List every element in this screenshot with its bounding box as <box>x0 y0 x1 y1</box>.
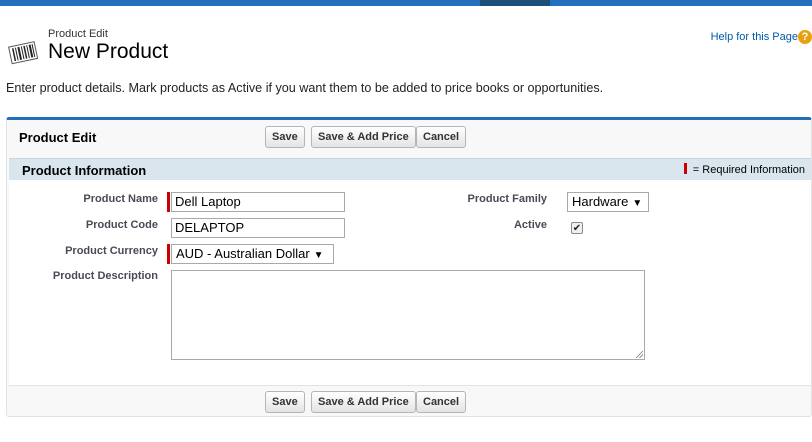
product-currency-value: AUD - Australian Dollar <box>176 246 310 261</box>
resize-handle-icon[interactable] <box>636 351 643 358</box>
required-legend-text: = Required Information <box>692 164 805 176</box>
chevron-down-icon: ▼ <box>632 198 643 209</box>
required-legend: = Required Information <box>683 163 805 176</box>
panel-title: Product Edit <box>19 130 97 145</box>
product-family-value: Hardware <box>572 194 629 209</box>
product-currency-select[interactable]: AUD - Australian Dollar ▼ <box>171 244 334 264</box>
product-code-input[interactable]: DELAPTOP <box>171 218 345 238</box>
cancel-button-top[interactable]: Cancel <box>416 126 467 148</box>
top-nav-strip <box>0 0 812 6</box>
save-button-top[interactable]: Save <box>265 126 305 148</box>
product-currency-label: Product Currency <box>65 245 158 257</box>
product-code-label: Product Code <box>85 219 158 231</box>
top-nav-active-tab[interactable] <box>480 0 550 6</box>
active-label: Active <box>513 219 547 231</box>
chevron-down-icon: ▼ <box>313 250 324 261</box>
help-link[interactable]: Help for this Page <box>711 31 798 43</box>
product-description-textarea[interactable] <box>171 270 645 360</box>
section-title: Product Information <box>22 163 147 178</box>
intro-text: Enter product details. Mark products as … <box>6 81 604 95</box>
save-button-bottom[interactable]: Save <box>265 391 305 413</box>
cancel-button-bottom[interactable]: Cancel <box>416 391 467 413</box>
product-family-label: Product Family <box>467 193 547 205</box>
page-subtitle: Product Edit <box>48 28 108 40</box>
section-header: Product Information = Required Informati… <box>9 158 811 180</box>
barcode-product-icon <box>8 38 40 66</box>
help-icon[interactable]: ? <box>798 30 812 44</box>
product-edit-panel: Product Edit Save Save & Add Price Cance… <box>6 117 812 417</box>
save-add-price-button-bottom[interactable]: Save & Add Price <box>311 391 416 413</box>
required-indicator-icon <box>167 244 170 264</box>
required-indicator-icon <box>683 163 687 174</box>
product-name-label: Product Name <box>83 193 158 205</box>
product-name-input[interactable]: Dell Laptop <box>171 192 345 212</box>
page-title: New Product <box>48 40 169 63</box>
product-family-select[interactable]: Hardware ▼ <box>567 192 649 212</box>
section-body: Product Name Dell Laptop Product Code DE… <box>9 180 811 386</box>
required-indicator-icon <box>167 192 170 212</box>
active-checkbox[interactable]: ✔ <box>571 222 583 234</box>
product-description-label: Product Description <box>52 270 158 282</box>
save-add-price-button-top[interactable]: Save & Add Price <box>311 126 416 148</box>
